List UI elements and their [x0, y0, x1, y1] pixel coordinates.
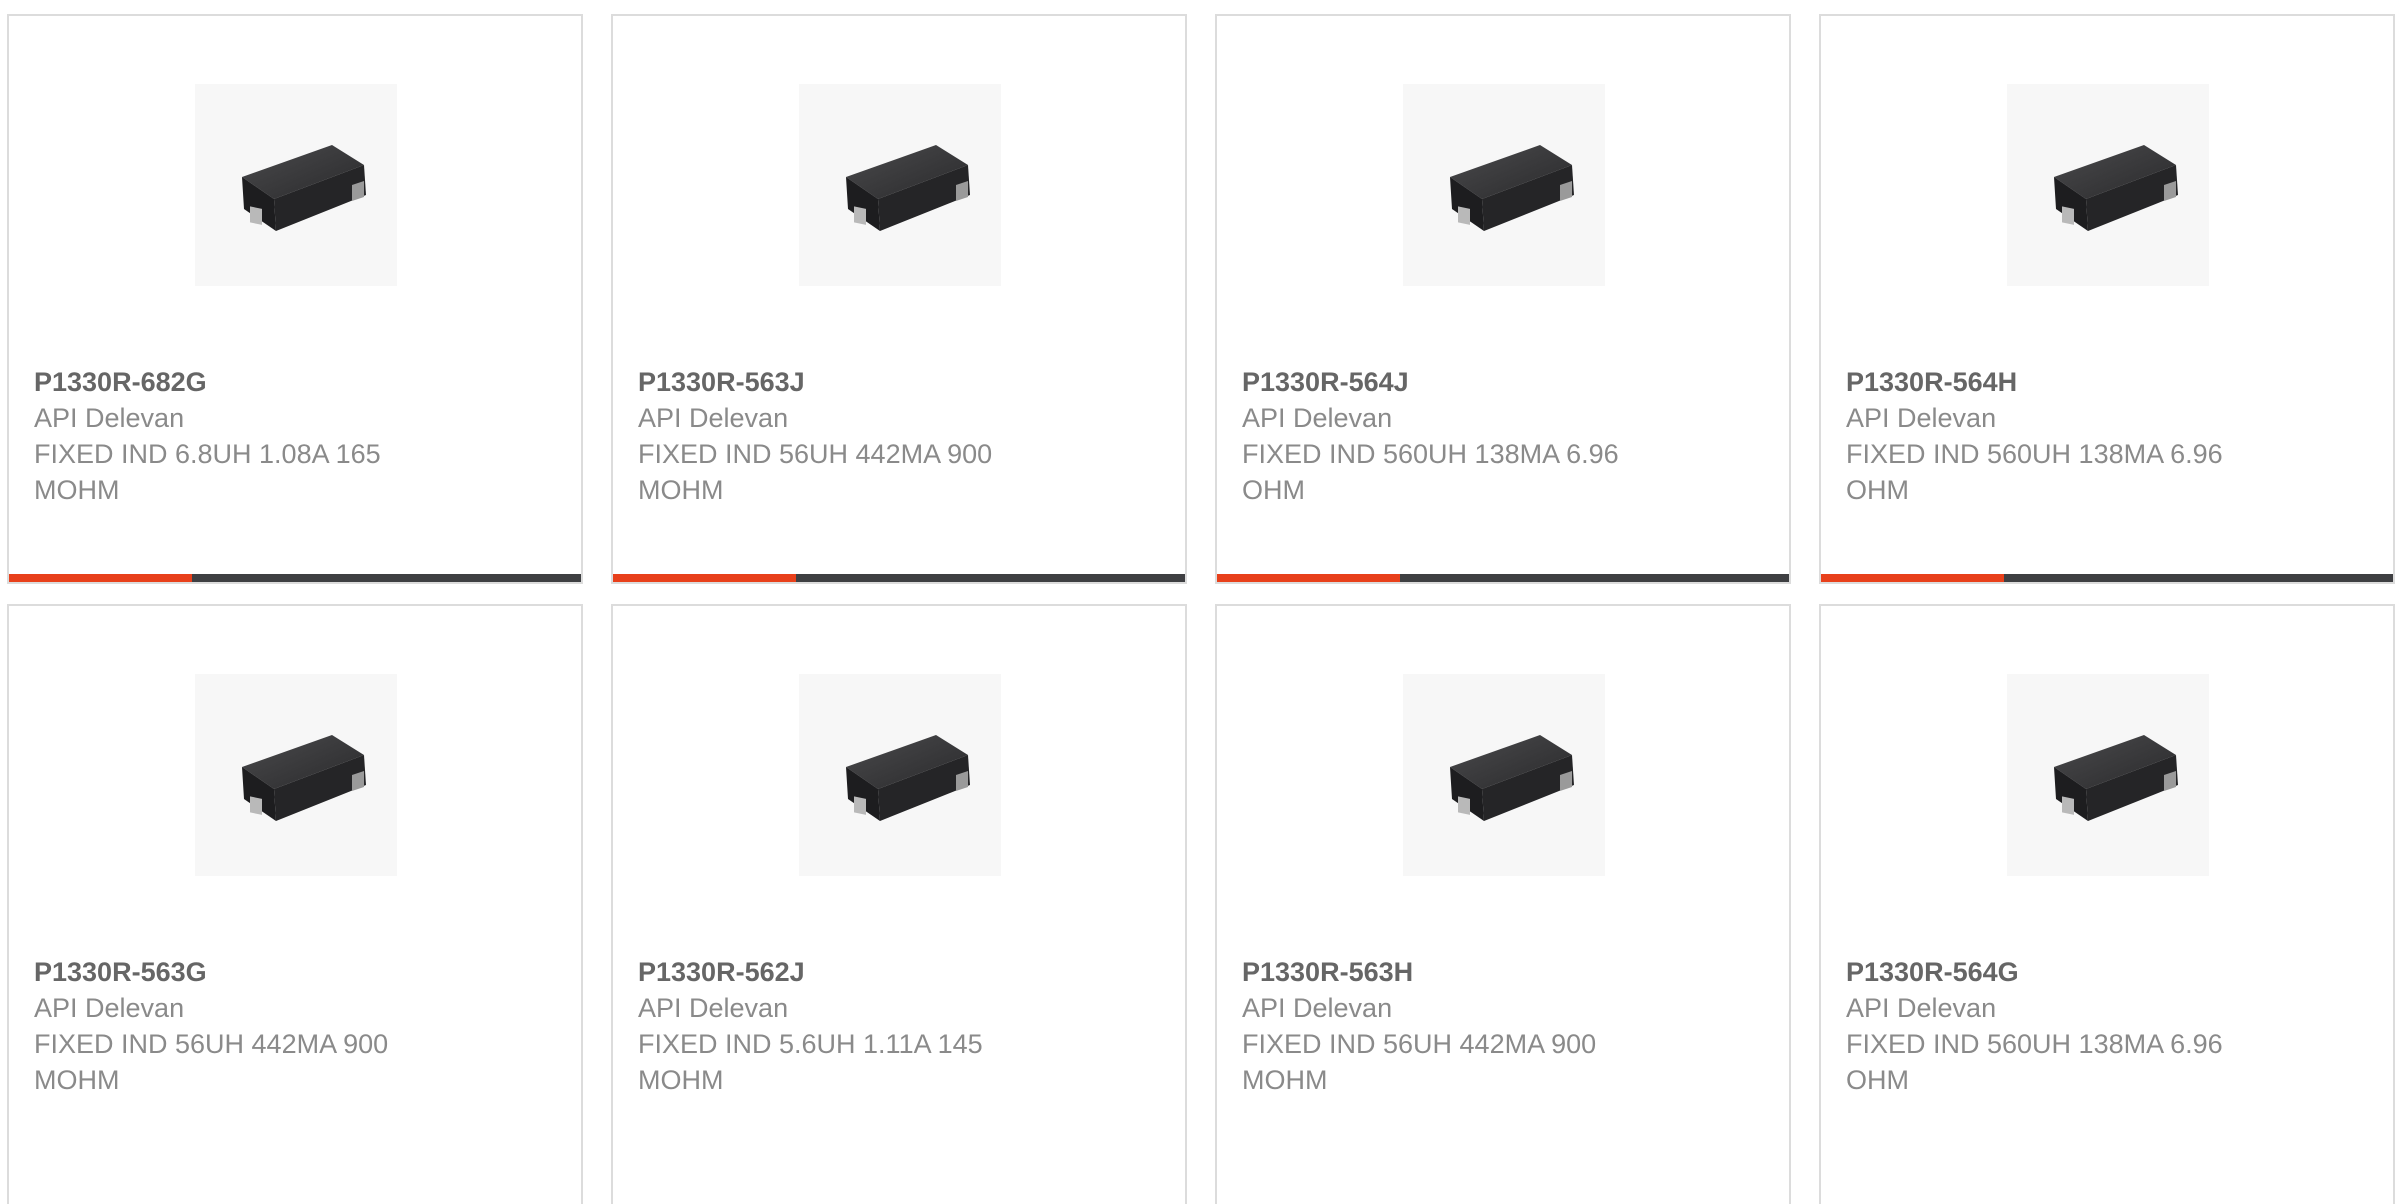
- product-description: FIXED IND 560UH 138MA 6.96 OHM: [1242, 439, 1619, 505]
- inductor-component-image[interactable]: [799, 84, 1001, 286]
- product-card[interactable]: P1330R-562J API Delevan FIXED IND 5.6UH …: [611, 604, 1187, 1204]
- product-card[interactable]: P1330R-682G API Delevan FIXED IND 6.8UH …: [7, 14, 583, 584]
- part-number[interactable]: P1330R-563G: [34, 954, 554, 990]
- manufacturer: API Delevan: [638, 403, 789, 433]
- part-number[interactable]: P1330R-563H: [1242, 954, 1762, 990]
- inductor-component-icon: [242, 735, 366, 821]
- product-description: FIXED IND 560UH 138MA 6.96 OHM: [1846, 439, 2223, 505]
- inductor-component-image[interactable]: [1403, 84, 1605, 286]
- product-description: FIXED IND 6.8UH 1.08A 165 MOHM: [34, 439, 381, 505]
- manufacturer: API Delevan: [638, 993, 789, 1023]
- product-info: P1330R-682G API Delevan FIXED IND 6.8UH …: [34, 364, 554, 508]
- progress-bar-fill: [613, 574, 797, 582]
- inductor-component-icon: [242, 145, 366, 231]
- manufacturer: API Delevan: [1242, 403, 1393, 433]
- part-number[interactable]: P1330R-562J: [638, 954, 1158, 990]
- product-card[interactable]: P1330R-563H API Delevan FIXED IND 56UH 4…: [1215, 604, 1791, 1204]
- product-card[interactable]: P1330R-564J API Delevan FIXED IND 560UH …: [1215, 14, 1791, 584]
- part-number[interactable]: P1330R-682G: [34, 364, 554, 400]
- product-info: P1330R-563G API Delevan FIXED IND 56UH 4…: [34, 954, 554, 1098]
- part-number[interactable]: P1330R-564H: [1846, 364, 2366, 400]
- inductor-component-image[interactable]: [2007, 674, 2209, 876]
- product-info: P1330R-564G API Delevan FIXED IND 560UH …: [1846, 954, 2366, 1098]
- product-description: FIXED IND 56UH 442MA 900 MOHM: [638, 439, 993, 505]
- inductor-component-image[interactable]: [2007, 84, 2209, 286]
- manufacturer: API Delevan: [1242, 993, 1393, 1023]
- manufacturer: API Delevan: [1846, 403, 1997, 433]
- progress-bar-fill: [1217, 574, 1401, 582]
- inductor-component-image[interactable]: [195, 674, 397, 876]
- product-card[interactable]: P1330R-564H API Delevan FIXED IND 560UH …: [1819, 14, 2395, 584]
- progress-bar: [1821, 574, 2393, 582]
- part-number[interactable]: P1330R-564G: [1846, 954, 2366, 990]
- manufacturer: API Delevan: [1846, 993, 1997, 1023]
- inductor-component-icon: [2054, 735, 2178, 821]
- product-card[interactable]: P1330R-563J API Delevan FIXED IND 56UH 4…: [611, 14, 1187, 584]
- product-info: P1330R-563H API Delevan FIXED IND 56UH 4…: [1242, 954, 1762, 1098]
- manufacturer: API Delevan: [34, 993, 185, 1023]
- manufacturer: API Delevan: [34, 403, 185, 433]
- part-number[interactable]: P1330R-563J: [638, 364, 1158, 400]
- inductor-component-icon: [2054, 145, 2178, 231]
- inductor-component-icon: [1450, 145, 1574, 231]
- product-description: FIXED IND 5.6UH 1.11A 145 MOHM: [638, 1029, 983, 1095]
- progress-bar: [1217, 574, 1789, 582]
- product-grid: P1330R-682G API Delevan FIXED IND 6.8UH …: [0, 0, 2400, 1204]
- product-info: P1330R-562J API Delevan FIXED IND 5.6UH …: [638, 954, 1158, 1098]
- part-number[interactable]: P1330R-564J: [1242, 364, 1762, 400]
- inductor-component-image[interactable]: [1403, 674, 1605, 876]
- product-info: P1330R-564J API Delevan FIXED IND 560UH …: [1242, 364, 1762, 508]
- inductor-component-icon: [846, 145, 970, 231]
- product-info: P1330R-564H API Delevan FIXED IND 560UH …: [1846, 364, 2366, 508]
- product-info: P1330R-563J API Delevan FIXED IND 56UH 4…: [638, 364, 1158, 508]
- product-card[interactable]: P1330R-563G API Delevan FIXED IND 56UH 4…: [7, 604, 583, 1204]
- progress-bar-fill: [1821, 574, 2005, 582]
- inductor-component-icon: [1450, 735, 1574, 821]
- product-card[interactable]: P1330R-564G API Delevan FIXED IND 560UH …: [1819, 604, 2395, 1204]
- product-description: FIXED IND 56UH 442MA 900 MOHM: [1242, 1029, 1597, 1095]
- inductor-component-image[interactable]: [195, 84, 397, 286]
- inductor-component-icon: [846, 735, 970, 821]
- progress-bar: [9, 574, 581, 582]
- inductor-component-image[interactable]: [799, 674, 1001, 876]
- product-description: FIXED IND 560UH 138MA 6.96 OHM: [1846, 1029, 2223, 1095]
- progress-bar-fill: [9, 574, 193, 582]
- progress-bar: [613, 574, 1185, 582]
- product-description: FIXED IND 56UH 442MA 900 MOHM: [34, 1029, 389, 1095]
